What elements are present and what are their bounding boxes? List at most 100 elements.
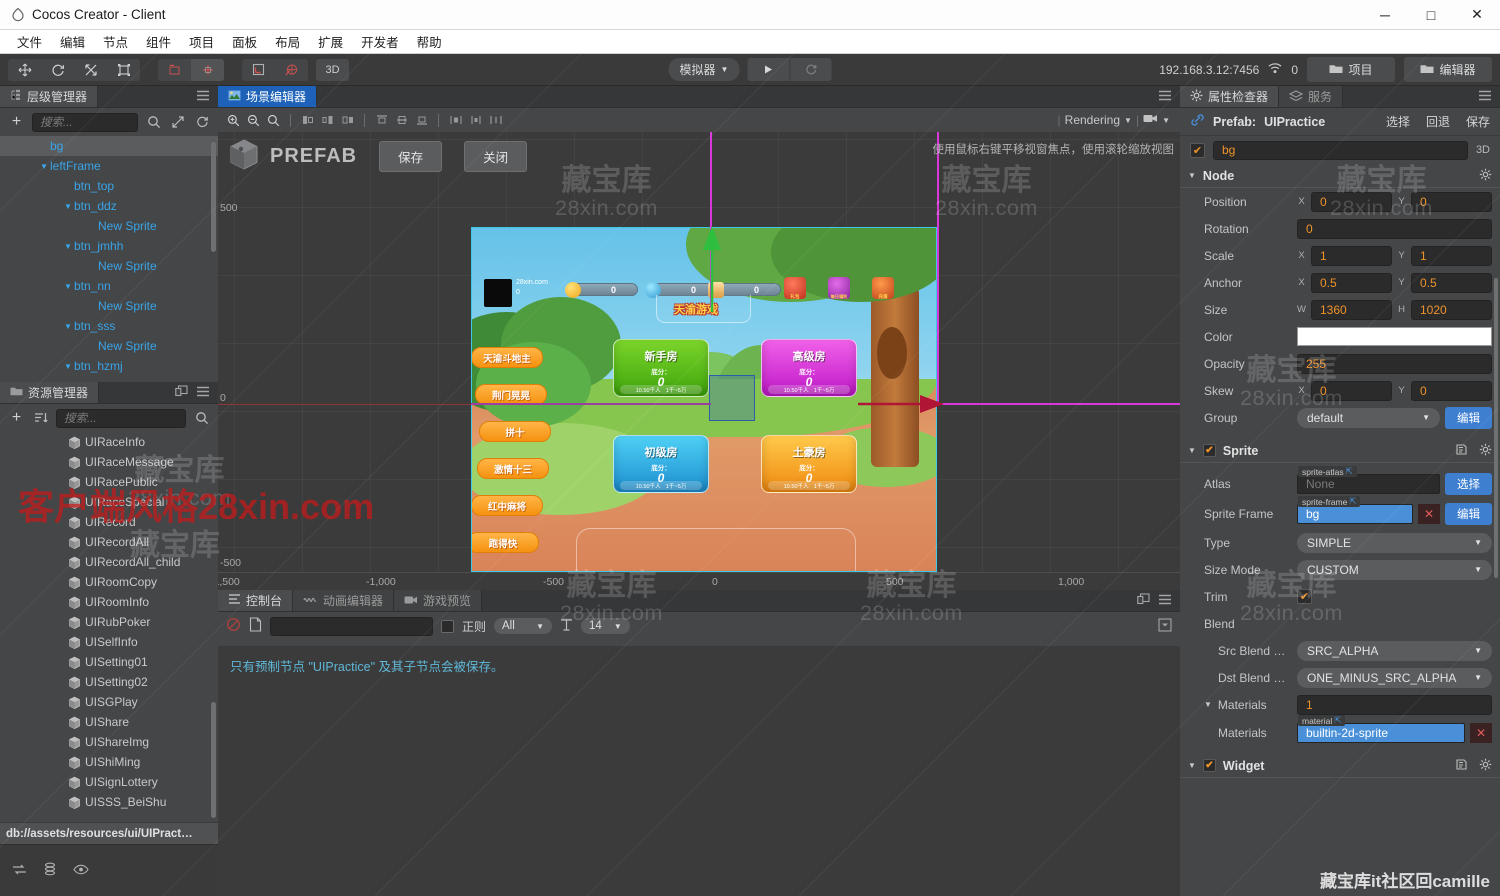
external-link-icon[interactable]: ⇱ <box>1334 715 1341 726</box>
opacity-input[interactable]: 255 <box>1297 353 1492 374</box>
gizmo-x-axis[interactable] <box>858 390 948 418</box>
tab-console[interactable]: 控制台 <box>218 590 294 611</box>
close-button[interactable]: ✕ <box>1454 0 1500 30</box>
scale-x-input[interactable]: 1 <box>1311 245 1392 266</box>
chevron-down-icon[interactable]: ▼ <box>1162 116 1170 125</box>
menu-edit[interactable]: 编辑 <box>51 30 94 53</box>
asset-item-uisignlottery[interactable]: UISignLottery <box>0 772 218 792</box>
scale-tool-icon[interactable] <box>74 59 107 81</box>
sprite-frame-input[interactable]: sprite-frame ⇱ bg <box>1297 496 1413 524</box>
eye-icon[interactable] <box>73 864 89 878</box>
sync-icon[interactable] <box>12 863 27 879</box>
asset-item-uiroomcopy[interactable]: UIRoomCopy <box>0 572 218 592</box>
zoom-out-icon[interactable] <box>244 111 263 130</box>
asset-item-uirubpoker[interactable]: UIRubPoker <box>0 612 218 632</box>
hierarchy-node-btn-ddz[interactable]: ▼ btn_ddz <box>0 196 218 216</box>
widget-enabled-checkbox[interactable]: ✔ <box>1202 759 1216 772</box>
game-menu-jmhh[interactable]: 荆门晃晃 <box>475 384 547 405</box>
regex-checkbox[interactable] <box>441 619 454 633</box>
align-bottom-icon[interactable] <box>412 111 431 130</box>
asset-item-uisetting02[interactable]: UISetting02 <box>0 672 218 692</box>
hamburger-menu-icon[interactable] <box>1478 90 1492 104</box>
assets-search-input[interactable]: 搜索... <box>56 408 186 428</box>
asset-item-uirecord[interactable]: UIRecord <box>0 512 218 532</box>
minimize-button[interactable]: ─ <box>1362 0 1408 30</box>
materials-section-toggle[interactable]: ▼ Materials <box>1204 698 1292 712</box>
sprite-type-dropdown[interactable]: SIMPLE ▼ <box>1297 532 1492 553</box>
room-button-0[interactable]: 新手房 底分： 0 10.50千人 1千~5万 <box>613 339 709 397</box>
menu-panel[interactable]: 面板 <box>223 30 266 53</box>
section-sprite[interactable]: ▼ ✔ Sprite <box>1180 439 1500 463</box>
hierarchy-search-input[interactable]: 搜索... <box>32 112 138 132</box>
toggle-3d-button[interactable]: 3D <box>316 58 349 81</box>
menu-help[interactable]: 帮助 <box>408 30 451 53</box>
atlas-select-button[interactable]: 选择 <box>1445 473 1492 495</box>
distribute-h-icon[interactable] <box>446 111 465 130</box>
database-icon[interactable] <box>43 862 57 879</box>
zoom-in-icon[interactable] <box>224 111 243 130</box>
menu-project[interactable]: 项目 <box>180 30 223 53</box>
hierarchy-node-leftframe[interactable]: ▼ leftFrame <box>0 156 218 176</box>
asset-item-uiraceinfo[interactable]: UIRaceInfo <box>0 432 218 452</box>
move-tool-icon[interactable] <box>8 59 41 81</box>
hamburger-menu-icon[interactable] <box>196 386 210 400</box>
hierarchy-node-btn-hzmj[interactable]: ▼ btn_hzmj <box>0 356 218 376</box>
chevron-down-icon[interactable]: ▼ <box>1124 116 1132 125</box>
color-swatch[interactable] <box>1297 327 1492 346</box>
group-edit-button[interactable]: 编辑 <box>1445 406 1492 429</box>
assets-list[interactable]: UIRaceInfo UIRaceMessage UIRacePublic UIRac… <box>0 432 218 822</box>
help-book-icon[interactable] <box>1455 758 1468 774</box>
size-h-input[interactable]: 1020 <box>1411 299 1492 320</box>
coordinate-tool-icon[interactable] <box>191 58 224 81</box>
hierarchy-node-btn-top[interactable]: ▼btn_top <box>0 176 218 196</box>
hierarchy-tree[interactable]: ▼bg▼leftFrame▼btn_top▼btn_ddz ▼New Sprite… <box>0 136 218 382</box>
anchor-y-input[interactable]: 0.5 <box>1411 272 1492 293</box>
asset-item-uiracepublic[interactable]: UIRacePublic <box>0 472 218 492</box>
asset-item-uisss_beishu[interactable]: UISSS_BeiShu <box>0 792 218 812</box>
align-right-icon[interactable] <box>338 111 357 130</box>
welfare-icon[interactable]: 每日福利 <box>828 277 850 299</box>
anchor-x-input[interactable]: 0.5 <box>1311 272 1392 293</box>
node-enabled-checkbox[interactable]: ✔ <box>1190 142 1205 158</box>
tab-scene-editor[interactable]: 场景编辑器 <box>218 86 318 107</box>
rect-tool-icon[interactable] <box>107 59 140 81</box>
reload-button[interactable] <box>789 58 831 81</box>
skew-x-input[interactable]: 0 <box>1311 380 1392 401</box>
prefab-close-button[interactable]: 关闭 <box>464 140 528 172</box>
play-button[interactable] <box>747 58 789 81</box>
tab-assets[interactable]: 资源管理器 <box>0 382 100 403</box>
section-widget[interactable]: ▼ ✔ Widget <box>1180 754 1500 778</box>
hierarchy-node-new-sprite[interactable]: ▼New Sprite <box>0 296 218 316</box>
game-menu-ps[interactable]: 拼十 <box>479 421 551 442</box>
maximize-button[interactable]: □ <box>1408 0 1454 30</box>
hamburger-menu-icon[interactable] <box>1158 90 1172 104</box>
hierarchy-node-bg[interactable]: ▼bg <box>0 136 218 156</box>
player-avatar[interactable] <box>484 279 512 307</box>
prefab-save-action[interactable]: 保存 <box>1466 113 1490 130</box>
distribute-v-icon[interactable] <box>466 111 485 130</box>
hierarchy-scrollbar[interactable] <box>211 142 216 252</box>
help-book-icon[interactable] <box>1455 443 1468 459</box>
size-mode-dropdown[interactable]: CUSTOM ▼ <box>1297 559 1492 580</box>
align-left-icon[interactable] <box>298 111 317 130</box>
clear-console-icon[interactable] <box>226 617 241 635</box>
export-log-icon[interactable] <box>249 617 262 635</box>
pivot-tool-icon[interactable] <box>158 59 191 81</box>
chevron-down-icon[interactable]: ▼ <box>62 202 74 211</box>
expand-all-icon[interactable] <box>169 115 186 129</box>
room-button-2[interactable]: 初级房 底分： 0 10.50千人 1千~5万 <box>613 435 709 493</box>
trim-checkbox[interactable]: ✔ <box>1297 589 1312 604</box>
assets-scrollbar[interactable] <box>211 702 216 818</box>
asset-item-uishareimg[interactable]: UIShareImg <box>0 732 218 752</box>
font-size-dropdown[interactable]: 14 ▼ <box>581 618 630 634</box>
simulator-dropdown[interactable]: 模拟器 ▼ <box>668 58 740 81</box>
size-w-input[interactable]: 1360 <box>1311 299 1392 320</box>
popout-icon[interactable] <box>175 385 188 400</box>
game-menu-ddz[interactable]: 天渝斗地主 <box>471 347 543 368</box>
inspector-scrollbar[interactable] <box>1494 278 1498 578</box>
position-x-input[interactable]: 0 <box>1311 191 1392 212</box>
prefab-revert-action[interactable]: 回退 <box>1426 113 1450 130</box>
add-asset-button[interactable]: + <box>8 409 25 427</box>
asset-item-uiracespecial[interactable]: UIRaceSpecial <box>0 492 218 512</box>
chevron-down-icon[interactable]: ▼ <box>62 282 74 291</box>
